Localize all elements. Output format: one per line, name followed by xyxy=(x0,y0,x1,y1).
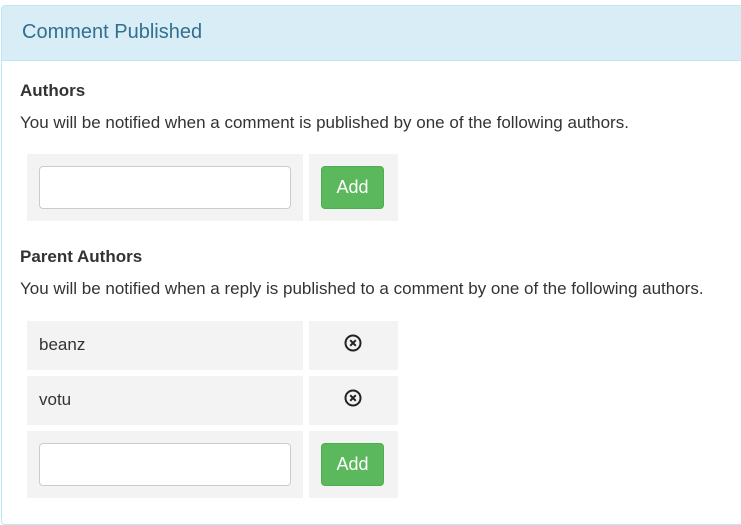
panel-heading: Comment Published xyxy=(2,6,741,61)
authors-add-cell: Add xyxy=(309,154,398,221)
parent-author-row: beanz xyxy=(27,321,303,370)
parent-author-name: votu xyxy=(39,390,72,409)
parent-authors-input-cell xyxy=(27,431,303,498)
panel-title: Comment Published xyxy=(22,21,203,43)
parent-authors-add-cell: Add xyxy=(309,431,398,498)
authors-input-cell xyxy=(27,154,303,221)
parent-authors-input[interactable] xyxy=(39,443,291,486)
remove-circle-icon[interactable] xyxy=(343,388,363,408)
authors-description: You will be notified when a comment is p… xyxy=(20,113,629,132)
parent-author-row: votu xyxy=(27,376,303,425)
parent-authors-description: You will be notified when a reply is pub… xyxy=(20,279,704,298)
parent-author-remove-cell xyxy=(309,376,398,425)
parent-authors-add-button[interactable]: Add xyxy=(321,443,384,486)
parent-authors-title: Parent Authors xyxy=(20,247,143,266)
remove-circle-icon[interactable] xyxy=(343,333,363,353)
authors-input[interactable] xyxy=(39,166,291,209)
authors-add-button[interactable]: Add xyxy=(321,166,384,209)
authors-title: Authors xyxy=(20,81,86,100)
parent-author-name: beanz xyxy=(39,335,86,354)
parent-author-remove-cell xyxy=(309,321,398,370)
